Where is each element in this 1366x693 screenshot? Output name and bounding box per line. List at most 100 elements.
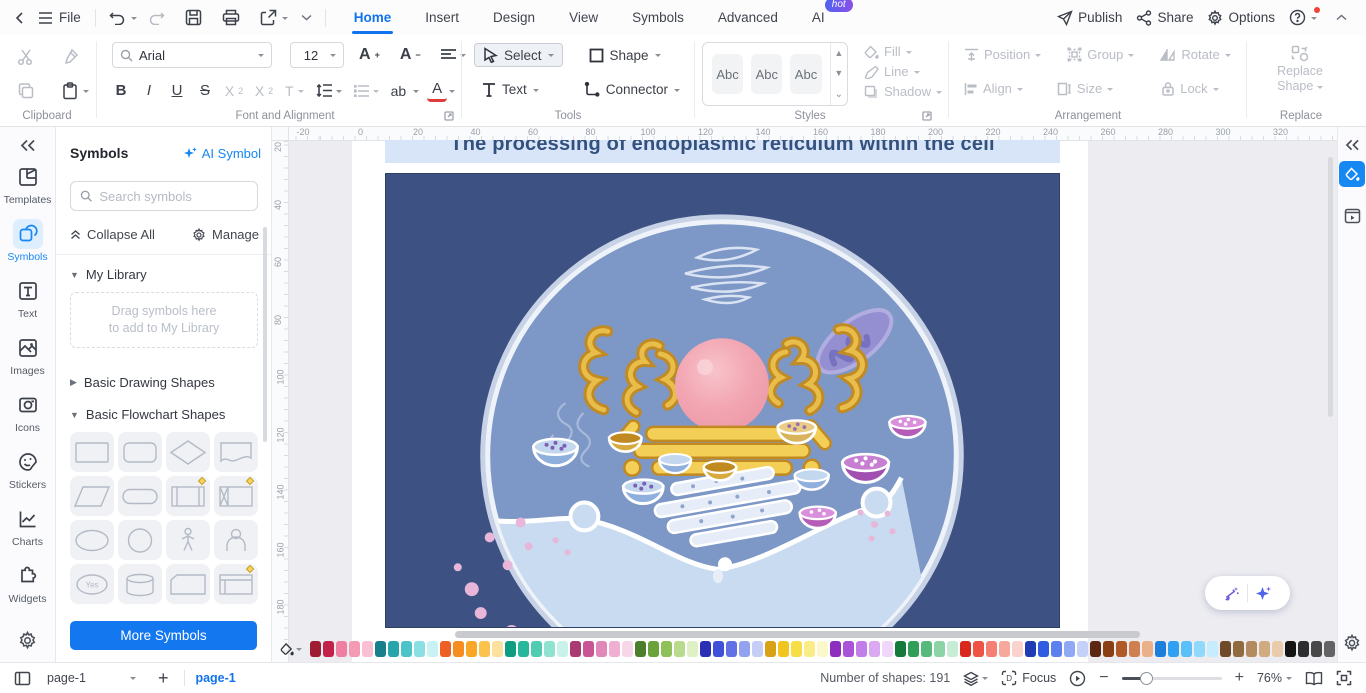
styles-scroll-up-icon[interactable]: ▲ xyxy=(834,48,843,58)
symbol-document[interactable] xyxy=(214,432,258,472)
symbol-ellipse[interactable] xyxy=(70,520,114,560)
color-swatch[interactable] xyxy=(466,641,477,657)
color-swatch[interactable] xyxy=(1285,641,1296,657)
symbol-person[interactable] xyxy=(166,520,210,560)
right-rail-settings-icon[interactable] xyxy=(1343,634,1361,662)
superscript-button[interactable]: X2 xyxy=(220,80,248,102)
more-symbols-button[interactable]: More Symbols xyxy=(70,621,257,650)
color-swatch[interactable] xyxy=(401,641,412,657)
symbol-predefined-process[interactable] xyxy=(166,476,210,516)
symbol-process[interactable] xyxy=(70,432,114,472)
color-swatch[interactable] xyxy=(414,641,425,657)
lock-button[interactable]: Lock xyxy=(1161,81,1219,96)
strikethrough-button[interactable]: S xyxy=(192,79,218,102)
color-swatch[interactable] xyxy=(843,641,854,657)
font-color-button[interactable]: A xyxy=(427,79,448,102)
color-swatch[interactable] xyxy=(882,641,893,657)
color-swatch[interactable] xyxy=(1064,641,1075,657)
bullet-list-button[interactable] xyxy=(349,82,384,100)
help-button[interactable] xyxy=(1289,7,1320,26)
color-swatch[interactable] xyxy=(622,641,633,657)
export-button[interactable] xyxy=(255,5,282,31)
back-icon[interactable] xyxy=(8,5,32,31)
color-swatch[interactable] xyxy=(1116,641,1127,657)
color-swatch[interactable] xyxy=(1103,641,1114,657)
text-style-button[interactable]: T xyxy=(280,80,309,102)
tab-insert[interactable]: Insert xyxy=(423,2,461,33)
symbol-internal-storage[interactable] xyxy=(214,476,258,516)
share-button[interactable]: Share xyxy=(1136,9,1193,26)
zoom-level-dropdown[interactable]: 76% xyxy=(1257,671,1292,685)
text-tool-button[interactable]: Text xyxy=(474,79,558,100)
tab-ai[interactable]: AI hot xyxy=(810,0,853,33)
fill-button[interactable]: Fill xyxy=(864,44,912,59)
tab-advanced[interactable]: Advanced xyxy=(716,2,780,33)
color-swatch[interactable] xyxy=(986,641,997,657)
shadow-button[interactable]: Shadow xyxy=(864,84,942,99)
sidebar-item-images[interactable]: Images xyxy=(0,327,56,384)
color-swatch[interactable] xyxy=(531,641,542,657)
italic-button[interactable]: I xyxy=(136,79,162,102)
color-swatch[interactable] xyxy=(1246,641,1257,657)
underline-button[interactable]: U xyxy=(164,79,190,102)
collapse-left-panel-icon[interactable] xyxy=(20,127,36,156)
color-swatch[interactable] xyxy=(1090,641,1101,657)
zoom-out-button[interactable]: − xyxy=(1099,669,1108,687)
focus-button[interactable]: D Focus xyxy=(1001,670,1056,686)
diagram-title-band[interactable]: The processing of endoplasmic reticulum … xyxy=(385,140,1060,163)
color-swatch[interactable] xyxy=(1129,641,1140,657)
color-swatch[interactable] xyxy=(1233,641,1244,657)
sidebar-item-widgets[interactable]: Widgets xyxy=(0,555,56,612)
color-swatch[interactable] xyxy=(1220,641,1231,657)
connector-tool-button[interactable]: Connector xyxy=(576,79,688,100)
color-swatch[interactable] xyxy=(1038,641,1049,657)
align-button[interactable] xyxy=(436,46,471,64)
subscript-button[interactable]: X2 xyxy=(250,80,278,102)
color-swatch[interactable] xyxy=(583,641,594,657)
print-button[interactable] xyxy=(217,5,245,31)
magic-wand-button[interactable] xyxy=(1223,585,1240,602)
tab-view[interactable]: View xyxy=(567,2,600,33)
color-swatch[interactable] xyxy=(310,641,321,657)
symbol-cylinder[interactable] xyxy=(118,564,162,604)
color-swatch[interactable] xyxy=(505,641,516,657)
collapse-right-panel-icon[interactable] xyxy=(1345,127,1360,161)
symbol-terminator[interactable] xyxy=(118,476,162,516)
sidebar-item-stickers[interactable]: Stickers xyxy=(0,441,56,498)
color-swatch[interactable] xyxy=(739,641,750,657)
export-dropdown-caret[interactable] xyxy=(281,16,288,23)
color-swatch[interactable] xyxy=(1012,641,1023,657)
palette-fill-icon[interactable] xyxy=(280,642,302,656)
symbol-rounded-process[interactable] xyxy=(118,432,162,472)
color-swatch[interactable] xyxy=(492,641,503,657)
styles-more-icon[interactable]: ⌄ xyxy=(835,89,843,100)
color-swatch[interactable] xyxy=(1324,641,1335,657)
rotate-button[interactable]: Rotate xyxy=(1160,47,1231,62)
tab-design[interactable]: Design xyxy=(491,2,537,33)
color-swatch[interactable] xyxy=(830,641,841,657)
decrease-font-button[interactable]: A − xyxy=(395,43,426,67)
color-swatch[interactable] xyxy=(661,641,672,657)
publish-button[interactable]: Publish xyxy=(1057,9,1122,26)
color-swatch[interactable] xyxy=(713,641,724,657)
page-dropdown[interactable]: page-1 xyxy=(41,669,142,687)
color-swatch[interactable] xyxy=(440,641,451,657)
color-swatch[interactable] xyxy=(362,641,373,657)
color-swatch[interactable] xyxy=(869,641,880,657)
font-size-select[interactable]: 12 xyxy=(290,42,344,68)
color-swatch[interactable] xyxy=(791,641,802,657)
layers-button[interactable] xyxy=(963,671,989,686)
manage-button[interactable]: Manage xyxy=(192,227,259,242)
style-tile[interactable]: Abc xyxy=(712,54,744,94)
color-swatch[interactable] xyxy=(1142,641,1153,657)
color-swatch[interactable] xyxy=(700,641,711,657)
undo-button[interactable] xyxy=(104,5,131,31)
options-button[interactable]: Options xyxy=(1207,9,1275,26)
page-tab[interactable]: page-1 xyxy=(195,671,235,685)
redo-button[interactable] xyxy=(143,5,170,31)
color-swatch[interactable] xyxy=(388,641,399,657)
basic-drawing-section-header[interactable]: ▶ Basic Drawing Shapes xyxy=(70,375,215,390)
shape-tool-button[interactable]: Shape xyxy=(581,45,669,66)
zoom-slider[interactable] xyxy=(1121,671,1222,685)
replace-shape-button[interactable]: Replace Shape xyxy=(1277,64,1323,94)
